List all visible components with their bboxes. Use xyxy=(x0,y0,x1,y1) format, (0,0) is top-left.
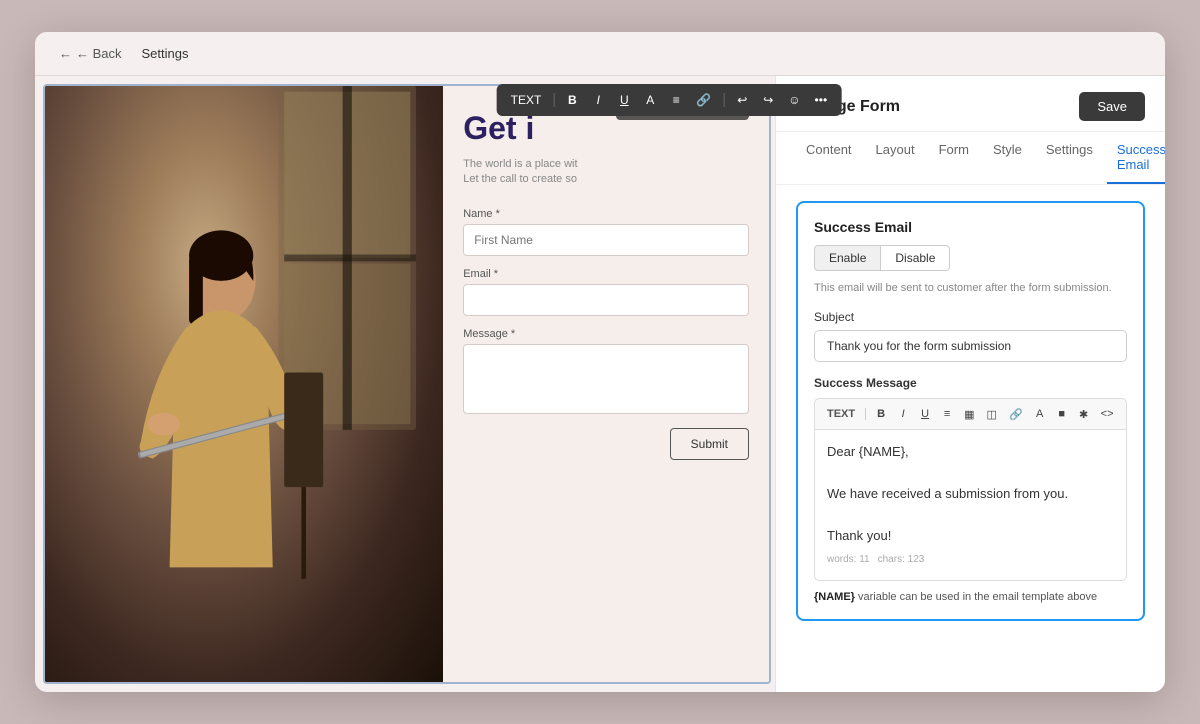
name-label: Name * xyxy=(463,208,749,220)
success-message-label: Success Message xyxy=(814,376,1127,390)
success-email-card: Success Email Enable Disable This email … xyxy=(796,201,1145,621)
email-label: Email * xyxy=(463,268,749,280)
msg-toolbar-italic[interactable]: I xyxy=(894,405,912,423)
tab-layout[interactable]: Layout xyxy=(866,132,925,184)
msg-toolbar-link[interactable]: 🔗 xyxy=(1005,405,1027,423)
msg-toolbar-underline[interactable]: U xyxy=(916,405,934,423)
main-content: Manage Contact Form Get i The world is a… xyxy=(35,76,1165,692)
back-label: ← Back xyxy=(76,46,122,61)
toolbar-redo[interactable]: ↪ xyxy=(758,90,778,110)
editor-toolbar: TEXT B I U A ≡ 🔗 ↩ ↪ ☺ ••• xyxy=(497,84,842,116)
char-count: chars: 123 xyxy=(878,552,925,568)
back-icon: ← xyxy=(59,46,72,61)
msg-toolbar-asterisk[interactable]: ✱ xyxy=(1075,405,1093,423)
msg-toolbar-list[interactable]: ≡ xyxy=(938,405,956,423)
message-line-2 xyxy=(827,463,1114,484)
tab-success-email[interactable]: Success Email xyxy=(1107,132,1165,184)
msg-toolbar-bold[interactable]: B xyxy=(872,405,890,423)
tab-settings[interactable]: Settings xyxy=(1036,132,1103,184)
message-line-4 xyxy=(827,505,1114,526)
message-line-1: Dear {NAME}, xyxy=(827,442,1114,463)
toolbar-font-color[interactable]: A xyxy=(640,90,660,110)
msg-toolbar-image[interactable]: ▦ xyxy=(960,405,978,423)
msg-toolbar-code[interactable]: <> xyxy=(1097,405,1118,423)
top-bar: ← ← Back Settings TEXT B I U A ≡ 🔗 ↩ ↪ ☺… xyxy=(35,32,1165,76)
form-subtext: The world is a place wit Let the call to… xyxy=(463,157,749,188)
success-email-title: Success Email xyxy=(814,219,1127,235)
toolbar-undo[interactable]: ↩ xyxy=(732,90,752,110)
message-editor[interactable]: Dear {NAME}, We have received a submissi… xyxy=(814,429,1127,581)
right-panel: Manage Form Save Content Layout Form Sty… xyxy=(775,76,1165,692)
message-toolbar: TEXT B I U ≡ ▦ ◫ 🔗 A ■ ✱ <> xyxy=(814,398,1127,429)
tab-form[interactable]: Form xyxy=(929,132,979,184)
app-window: ← ← Back Settings TEXT B I U A ≡ 🔗 ↩ ↪ ☺… xyxy=(35,32,1165,692)
photo-section xyxy=(45,86,443,682)
tab-style[interactable]: Style xyxy=(983,132,1032,184)
info-text: This email will be sent to customer afte… xyxy=(814,281,1127,296)
form-section: Get i The world is a place wit Let the c… xyxy=(443,86,769,682)
photo-background xyxy=(45,86,443,682)
toolbar-more[interactable]: ••• xyxy=(811,90,832,110)
message-label: Message * xyxy=(463,328,749,340)
person-illustration xyxy=(45,86,443,682)
disable-button[interactable]: Disable xyxy=(881,245,950,271)
toolbar-text[interactable]: TEXT xyxy=(507,90,546,110)
msg-toolbar-divider-1 xyxy=(865,408,866,420)
back-button[interactable]: ← ← Back xyxy=(51,42,130,65)
msg-toolbar-color-a[interactable]: A xyxy=(1031,405,1049,423)
toolbar-underline[interactable]: U xyxy=(614,90,634,110)
enable-button[interactable]: Enable xyxy=(814,245,881,271)
canvas-area: Manage Contact Form Get i The world is a… xyxy=(43,84,771,684)
subject-input[interactable] xyxy=(814,330,1127,362)
save-button[interactable]: Save xyxy=(1079,92,1145,121)
message-line-5: Thank you! xyxy=(827,526,1114,547)
toolbar-link[interactable]: 🔗 xyxy=(692,90,715,110)
variable-hint: {NAME} variable can be used in the email… xyxy=(814,591,1127,603)
toolbar-divider-2 xyxy=(723,93,724,107)
email-input[interactable] xyxy=(463,284,749,316)
settings-label: Settings xyxy=(142,46,189,61)
message-line-3: We have received a submission from you. xyxy=(827,484,1114,505)
name-input[interactable] xyxy=(463,224,749,256)
toolbar-align[interactable]: ≡ xyxy=(666,90,686,110)
toolbar-divider-1 xyxy=(553,93,554,107)
submit-button[interactable]: Submit xyxy=(670,428,749,460)
panel-body: Success Email Enable Disable This email … xyxy=(776,185,1165,692)
word-count: words: 11 xyxy=(827,552,870,568)
message-stats: words: 11 chars: 123 xyxy=(827,546,1114,568)
subject-field-label: Subject xyxy=(814,310,1127,324)
message-textarea[interactable] xyxy=(463,344,749,414)
toolbar-bold[interactable]: B xyxy=(562,90,582,110)
panel-tabs: Content Layout Form Style Settings Succe… xyxy=(776,132,1165,185)
msg-toolbar-text[interactable]: TEXT xyxy=(823,405,859,423)
msg-toolbar-block[interactable]: ■ xyxy=(1053,405,1071,423)
enable-disable-group: Enable Disable xyxy=(814,245,1127,271)
toolbar-emoji[interactable]: ☺ xyxy=(784,90,804,110)
tab-content[interactable]: Content xyxy=(796,132,862,184)
msg-toolbar-table[interactable]: ◫ xyxy=(983,405,1001,423)
toolbar-italic[interactable]: I xyxy=(588,90,608,110)
